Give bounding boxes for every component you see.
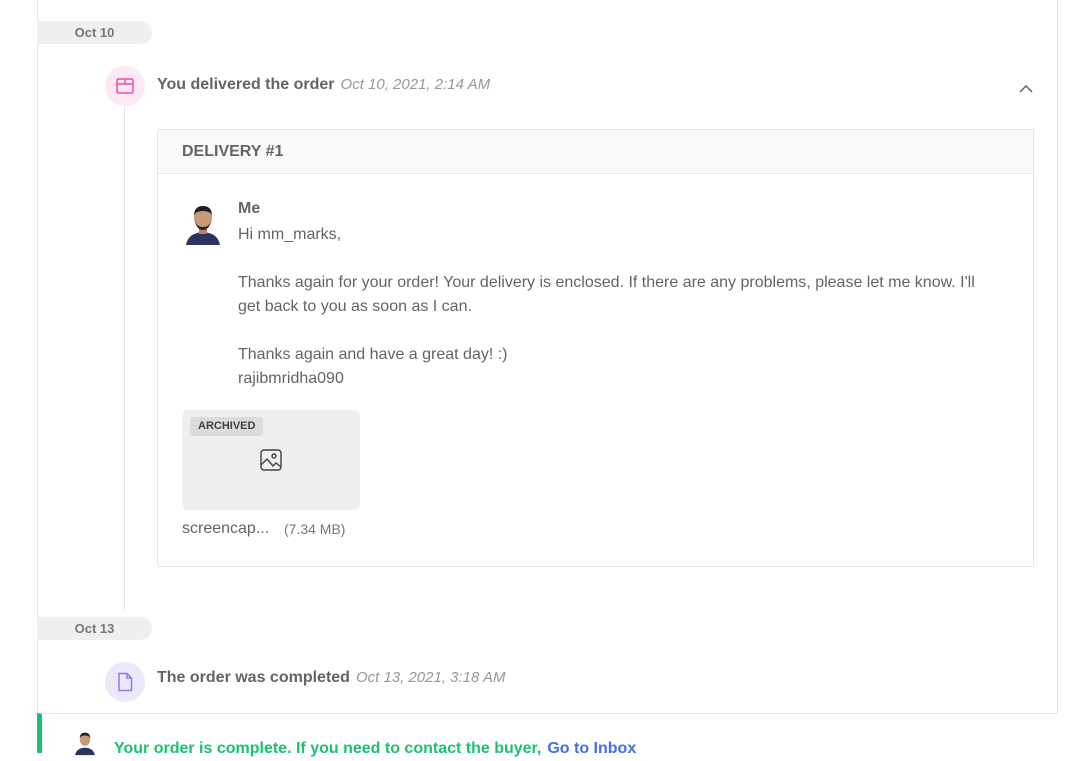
event-completed-time: Oct 13, 2021, 3:18 AM — [355, 669, 506, 686]
avatar-small — [74, 730, 96, 756]
date-label-oct-13: Oct 13 — [37, 617, 152, 640]
archived-badge: ARCHIVED — [190, 417, 264, 436]
package-icon — [105, 66, 145, 106]
event-completed: The order was completed Oct 13, 2021, 3:1… — [157, 669, 505, 687]
collapse-toggle[interactable] — [1016, 80, 1036, 98]
message-closing: Thanks again and have a great day! :) — [238, 346, 508, 363]
attachment-name[interactable]: screencap... — [182, 520, 269, 538]
message-greeting: Hi mm_marks, — [238, 226, 342, 243]
image-icon — [259, 448, 283, 477]
complete-message: Your order is complete. If you need to c… — [114, 740, 636, 758]
attachment-thumbnail[interactable]: ARCHIVED — [182, 410, 360, 510]
attachment-size: (7.34 MB) — [284, 521, 346, 537]
order-complete-notice: Your order is complete. If you need to c… — [37, 713, 1058, 757]
delivery-message: Hi mm_marks, Thanks again for your order… — [238, 223, 998, 391]
avatar — [184, 203, 222, 245]
delivery-card: DELIVERY #1 Me Hi mm_marks, Thanks again… — [157, 129, 1034, 567]
go-to-inbox-link[interactable]: Go to Inbox — [547, 740, 636, 757]
event-delivered-time: Oct 10, 2021, 2:14 AM — [340, 76, 491, 93]
sender-name: Me — [238, 200, 261, 217]
message-signature: rajibmridha090 — [238, 370, 344, 387]
event-completed-title: The order was completed — [157, 669, 350, 686]
document-icon — [105, 662, 145, 702]
event-delivered-title: You delivered the order — [157, 76, 335, 93]
chevron-up-icon — [1019, 85, 1033, 93]
event-delivered: You delivered the order Oct 10, 2021, 2:1… — [157, 76, 490, 94]
timeline-line — [124, 100, 125, 610]
date-label-oct-10: Oct 10 — [37, 21, 152, 44]
complete-text: Your order is complete. If you need to c… — [114, 740, 542, 757]
delivery-header: DELIVERY #1 — [158, 130, 1033, 174]
message-body: Thanks again for your order! Your delive… — [238, 274, 975, 315]
right-border — [1057, 0, 1058, 713]
